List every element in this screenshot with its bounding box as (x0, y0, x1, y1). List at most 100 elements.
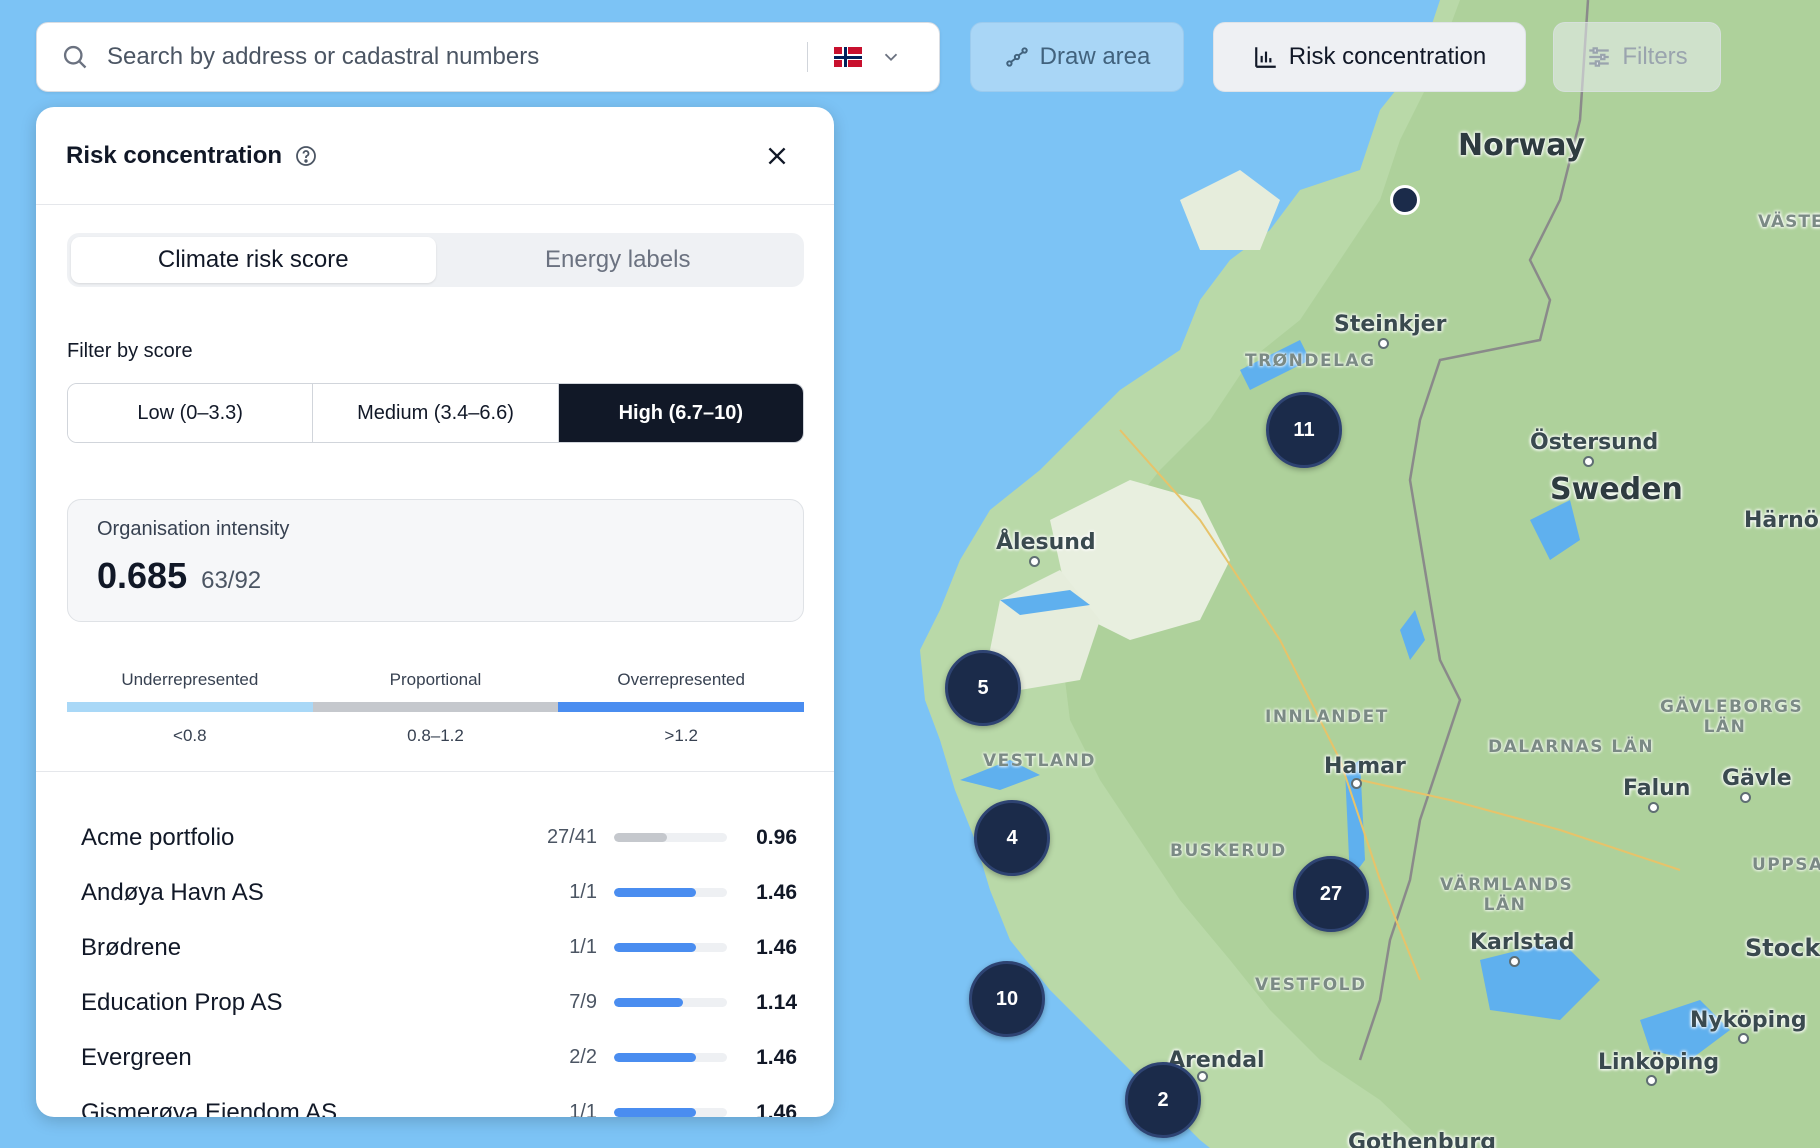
organisation-ratio: 1/1 (569, 1101, 597, 1117)
organisation-row[interactable]: Evergreen 2/2 1.46 (81, 1030, 797, 1085)
panel-divider (36, 771, 834, 772)
organisation-name: Education Prop AS (81, 988, 283, 1016)
organisation-intensity-card: Organisation intensity 0.685 63/92 (67, 499, 804, 622)
organisation-row[interactable]: Acme portfolio 27/41 0.96 (81, 810, 797, 865)
city-label-stockholm: Stock (1745, 934, 1820, 962)
score-filter-medium[interactable]: Medium (3.4–6.6) (312, 384, 558, 442)
region-label-uppsala-lan: UPPSALA L (1752, 855, 1820, 875)
city-dot (1509, 956, 1520, 967)
tab-climate-risk-score[interactable]: Climate risk score (71, 237, 436, 283)
help-icon[interactable] (294, 144, 318, 168)
city-label-steinkjer: Steinkjer (1334, 312, 1447, 337)
organisation-bar (614, 1108, 727, 1117)
organisation-score: 1.46 (756, 935, 797, 959)
organisation-bar (614, 1053, 727, 1062)
legend-range-proportional: 0.8–1.2 (407, 726, 464, 745)
panel-title: Risk concentration (66, 141, 283, 169)
norway-flag-icon[interactable] (834, 47, 862, 67)
region-label-dalarnas-lan: DALARNAS LÄN (1488, 737, 1655, 757)
legend-range-underrepresented: <0.8 (173, 726, 207, 745)
organisation-score: 1.46 (756, 1045, 797, 1069)
region-label-innlandet: INNLANDET (1265, 707, 1389, 727)
country-label-sweden: Sweden (1550, 472, 1683, 507)
filters-button[interactable]: Filters (1553, 22, 1721, 92)
filter-label: Filter by score (67, 340, 193, 362)
close-icon[interactable] (764, 143, 790, 169)
city-dot (1351, 778, 1362, 789)
region-label-vestland: VESTLAND (983, 751, 1096, 771)
organisation-bar-fill (614, 1053, 697, 1062)
cluster-marker[interactable]: 27 (1293, 856, 1369, 932)
risk-concentration-button[interactable]: Risk concentration (1213, 22, 1526, 92)
city-label-karlstad: Karlstad (1470, 930, 1575, 955)
city-label-gothenburg: Gothenburg (1348, 1130, 1496, 1148)
sliders-icon (1589, 47, 1610, 67)
city-dot (1738, 1033, 1749, 1044)
region-label-gavleborgs-lan: GÄVLEBORGS LÄN (1660, 697, 1804, 737)
city-dot (1197, 1071, 1208, 1082)
legend-bar-underrepresented (67, 702, 313, 712)
organisation-name: Acme portfolio (81, 823, 235, 851)
organisation-list: Acme portfolio 27/41 0.96 Andøya Havn AS… (81, 810, 797, 1117)
cluster-marker[interactable]: 2 (1125, 1062, 1201, 1138)
tab-energy-labels[interactable]: Energy labels (436, 237, 801, 283)
organisation-score: 1.46 (756, 1100, 797, 1118)
search-input[interactable] (107, 43, 807, 71)
legend-label-overrepresented: Overrepresented (617, 670, 745, 689)
region-label-trondelag: TRØNDELAG (1245, 351, 1376, 371)
organisation-name: Evergreen (81, 1043, 192, 1071)
organisation-ratio: 1/1 (569, 881, 597, 903)
search-separator (807, 42, 808, 72)
draw-area-button[interactable]: Draw area (970, 22, 1184, 92)
city-label-gavle: Gävle (1722, 766, 1792, 791)
city-dot (1583, 456, 1594, 467)
organisation-score: 1.14 (756, 990, 797, 1014)
organisation-row[interactable]: Brødrene 1/1 1.46 (81, 920, 797, 975)
organisation-ratio: 2/2 (569, 1046, 597, 1068)
organisation-ratio: 1/1 (569, 936, 597, 958)
cluster-marker[interactable]: 4 (974, 800, 1050, 876)
cluster-marker[interactable]: 11 (1266, 392, 1342, 468)
organisation-bar-fill (614, 998, 683, 1007)
city-dot (1648, 802, 1659, 813)
risk-concentration-label: Risk concentration (1288, 43, 1487, 70)
search-bar[interactable] (36, 22, 940, 92)
organisation-bar (614, 888, 727, 897)
organisation-bar (614, 998, 727, 1007)
organisation-row[interactable]: Andøya Havn AS 1/1 1.46 (81, 865, 797, 920)
legend-bar-proportional (312, 702, 559, 712)
cluster-marker[interactable]: 5 (945, 650, 1021, 726)
score-filter-high[interactable]: High (6.7–10) (557, 384, 803, 442)
city-label-falun: Falun (1623, 776, 1691, 801)
organisation-name: Andøya Havn AS (81, 878, 264, 906)
filters-label: Filters (1622, 43, 1688, 70)
cluster-marker[interactable]: 10 (969, 961, 1045, 1037)
country-label-norway: Norway (1458, 128, 1586, 163)
region-label-varmlands-lan: VÄRMLANDS LÄN (1440, 875, 1574, 915)
city-label-ostersund: Östersund (1530, 430, 1659, 455)
legend-label-proportional: Proportional (389, 670, 482, 689)
metric-tabs: Climate risk score Energy labels (67, 233, 804, 287)
search-icon (63, 45, 87, 69)
organisation-ratio: 7/9 (569, 991, 597, 1013)
organisation-row[interactable]: Gismerøya Eiendom AS 1/1 1.46 (81, 1085, 797, 1117)
organisation-row[interactable]: Education Prop AS 7/9 1.14 (81, 975, 797, 1030)
score-filter-group: Low (0–3.3) Medium (3.4–6.6) High (6.7–1… (67, 383, 804, 443)
bar-chart-icon (1254, 47, 1276, 68)
chevron-down-icon[interactable] (880, 46, 902, 68)
legend-bar-overrepresented (558, 702, 805, 712)
intensity-ratio: 63/92 (201, 567, 262, 594)
draw-area-label: Draw area (1039, 43, 1151, 70)
intensity-label: Organisation intensity (97, 518, 290, 540)
property-marker[interactable] (1390, 185, 1420, 215)
city-label-harnosand: Härnös (1744, 508, 1820, 533)
city-dot (1646, 1075, 1657, 1086)
legend-label-underrepresented: Underrepresented (121, 670, 259, 689)
risk-concentration-panel: Risk concentration Climate risk score En… (36, 107, 834, 1117)
organisation-ratio: 27/41 (546, 826, 597, 848)
organisation-bar-fill (614, 1108, 697, 1117)
score-filter-low[interactable]: Low (0–3.3) (68, 384, 313, 442)
organisation-bar (614, 833, 727, 842)
city-dot (1378, 338, 1389, 349)
organisation-bar-fill (614, 943, 697, 952)
